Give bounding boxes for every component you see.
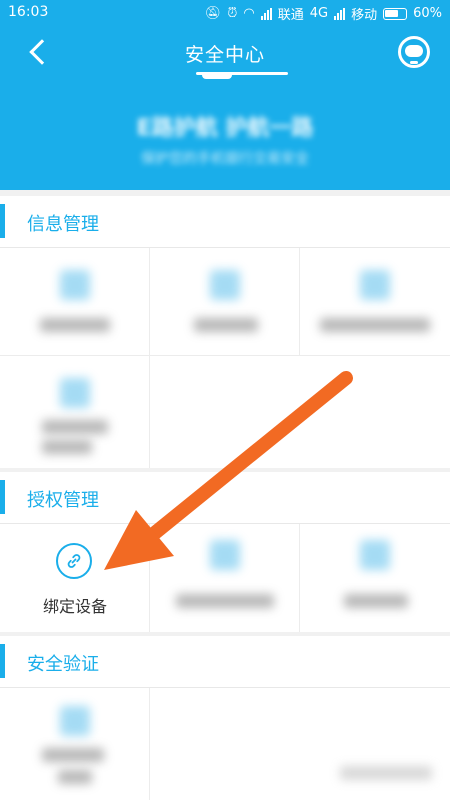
- verify-item-3[interactable]: [300, 688, 450, 800]
- bind-device-label: 绑定设备: [42, 597, 107, 616]
- wifi-icon: ◠: [243, 6, 255, 21]
- section-accent-bar: [0, 204, 5, 238]
- section-info-title: 信息管理: [27, 214, 99, 235]
- blurred-label: [42, 440, 92, 454]
- battery-icon: [383, 7, 408, 20]
- info-item-1[interactable]: [0, 248, 150, 356]
- blurred-label: [42, 748, 104, 762]
- link-icon: [56, 543, 92, 579]
- alarm-icon: ⏰︎: [227, 6, 238, 21]
- auth-item-3[interactable]: [300, 524, 450, 632]
- auth-item-2[interactable]: [150, 524, 300, 632]
- info-item-3[interactable]: [300, 248, 450, 356]
- info-item-2[interactable]: [150, 248, 300, 356]
- header: 16:03 🔕︎ ⏰︎ ◠ 联通 4G 移动 60% 安全中心 E路护航 护航一…: [0, 0, 450, 190]
- blurred-label: [194, 318, 258, 332]
- section-info-header: 信息管理: [0, 196, 450, 248]
- blurred-label: [58, 770, 92, 784]
- status-icons: 🔕︎ ⏰︎ ◠ 联通 4G 移动 60%: [205, 4, 442, 23]
- section-verify-title: 安全验证: [27, 654, 99, 675]
- banner-subtitle: 保护您的手机银行交易安全: [141, 151, 309, 167]
- blurred-icon: [60, 378, 90, 408]
- blurred-label: [320, 318, 430, 332]
- blurred-icon: [60, 706, 90, 736]
- blurred-label: [42, 420, 108, 434]
- verify-item-1[interactable]: [0, 688, 150, 800]
- title-underline: [196, 72, 288, 79]
- section-verify-header: 安全验证: [0, 636, 450, 688]
- blurred-icon: [60, 270, 90, 300]
- info-item-4[interactable]: [0, 356, 150, 468]
- section-auth-header: 授权管理: [0, 472, 450, 524]
- mute-icon: 🔕︎: [204, 6, 222, 21]
- section-accent-bar: [0, 644, 5, 678]
- signal-icon: [260, 7, 272, 20]
- status-bar: 16:03 🔕︎ ⏰︎ ◠ 联通 4G 移动 60%: [0, 0, 450, 26]
- section-accent-bar: [0, 480, 5, 514]
- status-time: 16:03: [8, 4, 49, 20]
- section-auth-title: 授权管理: [27, 490, 99, 511]
- blurred-label: [344, 594, 408, 608]
- signal2-icon: [334, 7, 346, 20]
- blurred-label: [340, 766, 432, 780]
- blurred-label: [176, 594, 274, 608]
- blurred-label: [40, 318, 110, 332]
- customer-service-icon[interactable]: [398, 36, 430, 68]
- page-title: 安全中心: [184, 44, 265, 66]
- carrier1-label: 联通: [277, 8, 304, 23]
- battery-label: 60%: [413, 6, 442, 21]
- network-label: 4G: [309, 6, 329, 21]
- blurred-icon: [360, 540, 390, 570]
- blurred-icon: [210, 270, 240, 300]
- banner-title: E路护航 护航一路: [136, 116, 314, 141]
- blurred-icon: [210, 540, 240, 570]
- blurred-icon: [360, 270, 390, 300]
- carrier2-label: 移动: [351, 8, 378, 23]
